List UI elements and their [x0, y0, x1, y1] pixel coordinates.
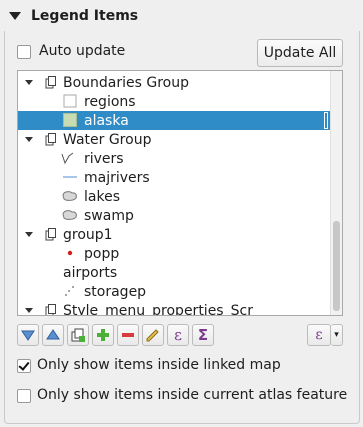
tree-item-label: rivers: [84, 150, 124, 167]
auto-update-label: Auto update: [39, 43, 126, 59]
move-up-icon[interactable]: [42, 324, 64, 346]
add-group-icon[interactable]: [67, 324, 89, 346]
tree-item-label: group1: [63, 226, 113, 243]
remove-item-icon[interactable]: [117, 324, 139, 346]
atlas-feature-checkbox[interactable]: [17, 389, 31, 403]
gray-polygon-symbol-icon: [62, 207, 78, 223]
expand-icon[interactable]: [25, 80, 33, 85]
tree-item-boundaries-group[interactable]: Boundaries Group: [18, 73, 331, 92]
legend-items-header[interactable]: Legend Items: [4, 0, 363, 32]
white-fill-symbol-icon: [62, 93, 78, 109]
tree-item-label: Boundaries Group: [63, 74, 190, 91]
red-point-symbol-icon: [62, 245, 78, 261]
scrollbar-thumb[interactable]: [333, 221, 340, 311]
line-vector-icon: [60, 150, 76, 166]
expand-icon[interactable]: [25, 137, 33, 142]
tree-item-majrivers[interactable]: majrivers: [18, 168, 331, 187]
tree-item-water-group[interactable]: Water Group: [18, 130, 331, 149]
tree-item-airports[interactable]: airports: [18, 263, 331, 282]
tree-item-label: popp: [84, 245, 120, 262]
linked-map-checkbox[interactable]: [17, 359, 31, 373]
move-down-icon[interactable]: [17, 324, 39, 346]
expand-icon[interactable]: [25, 308, 33, 313]
tree-item-label: Style_menu_properties_Scr: [63, 302, 253, 316]
tree-item-style-menu-group[interactable]: Style_menu_properties_Scr: [18, 301, 331, 316]
add-item-icon[interactable]: [92, 324, 114, 346]
collapse-arrow-icon[interactable]: [9, 12, 21, 20]
tree-scrollbar[interactable]: [330, 71, 342, 315]
tree-item-label: Water Group: [63, 131, 152, 148]
tree-item-label: majrivers: [84, 169, 150, 186]
tree-item-storagep[interactable]: storagep: [18, 282, 331, 301]
expression-icon[interactable]: ε: [167, 324, 189, 346]
tree-item-regions[interactable]: regions: [18, 92, 331, 111]
gray-polygon-symbol-icon: [62, 188, 78, 204]
tree-item-label: regions: [84, 93, 136, 110]
atlas-feature-label: Only show items inside current atlas fea…: [37, 387, 348, 403]
expand-icon[interactable]: [25, 232, 33, 237]
tree-item-label: airports: [63, 264, 118, 281]
tree-item-label: storagep: [84, 283, 147, 300]
tree-item-group1[interactable]: group1: [18, 225, 331, 244]
top-controls: Auto update Update All: [17, 38, 345, 68]
focus-indicator: [324, 112, 328, 129]
chevron-down-icon[interactable]: ▾: [331, 324, 343, 346]
tree-item-lakes[interactable]: lakes: [18, 187, 331, 206]
legend-toolbar: ε Σ ε ▾: [17, 324, 345, 350]
blue-line-symbol-icon: [62, 169, 78, 185]
tree-item-label: swamp: [84, 207, 134, 224]
edit-item-icon[interactable]: [142, 324, 164, 346]
group-icon: [43, 74, 59, 90]
point-vector-icon: [62, 283, 78, 299]
green-fill-symbol-icon: [62, 112, 78, 128]
tree-item-rivers[interactable]: rivers: [18, 149, 331, 168]
tree-item-alaska[interactable]: alaska: [18, 111, 331, 130]
update-all-button[interactable]: Update All: [257, 39, 343, 67]
legend-tree[interactable]: Boundaries Group regions alaska Water Gr…: [17, 70, 343, 316]
auto-update-checkbox[interactable]: [17, 45, 31, 59]
group-icon: [43, 226, 59, 242]
filter-expression-icon[interactable]: ε: [307, 324, 331, 346]
sum-icon[interactable]: Σ: [192, 324, 214, 346]
linked-map-label: Only show items inside linked map: [37, 357, 281, 373]
tree-item-label: lakes: [84, 188, 120, 205]
tree-item-label: alaska: [84, 112, 129, 129]
group-icon: [43, 302, 59, 315]
panel-title: Legend Items: [31, 8, 139, 24]
group-icon: [43, 131, 59, 147]
tree-item-popp[interactable]: popp: [18, 244, 331, 263]
tree-item-swamp[interactable]: swamp: [18, 206, 331, 225]
